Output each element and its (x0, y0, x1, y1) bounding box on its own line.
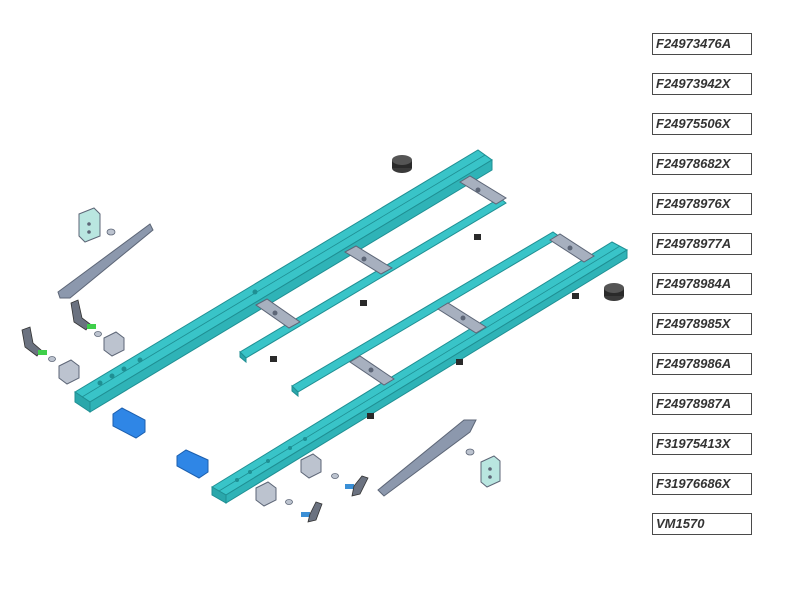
part-button-8[interactable]: F24978985X (652, 313, 752, 335)
part-button-9[interactable]: F24978986A (652, 353, 752, 375)
left-pivot-arm-lower[interactable] (21, 326, 47, 357)
part-button-4[interactable]: F24978682X (652, 153, 752, 175)
right-blue-end-cap[interactable] (176, 449, 209, 479)
left-blue-end-cap[interactable] (112, 407, 146, 439)
left-side-plate[interactable] (57, 223, 154, 299)
part-button-12[interactable]: F31976686X (652, 473, 752, 495)
upper-crossbars (255, 175, 507, 329)
right-side-plate[interactable] (377, 419, 477, 497)
right-mounting-bracket[interactable] (480, 455, 501, 488)
part-button-13[interactable]: VM1570 (652, 513, 752, 535)
left-washer (106, 228, 116, 236)
left-pivot-arm-upper[interactable] (70, 299, 96, 331)
exploded-parts-diagram (21, 149, 629, 523)
part-button-6[interactable]: F24978977A (652, 233, 752, 255)
right-washers-small (285, 473, 339, 505)
right-pivot-arm-upper[interactable] (345, 475, 369, 497)
part-button-3[interactable]: F24975506X (652, 113, 752, 135)
lower-crossbars (349, 233, 595, 386)
part-button-2[interactable]: F24973942X (652, 73, 752, 95)
part-button-1[interactable]: F24973476A (652, 33, 752, 55)
right-pivot-arm-lower[interactable] (301, 501, 323, 523)
right-washer (465, 448, 475, 456)
part-button-7[interactable]: F24978984A (652, 273, 752, 295)
left-mounting-bracket[interactable] (78, 207, 101, 243)
part-button-10[interactable]: F24978987A (652, 393, 752, 415)
left-washers-small (48, 331, 102, 362)
part-button-11[interactable]: F31975413X (652, 433, 752, 455)
part-button-5[interactable]: F24978976X (652, 193, 752, 215)
